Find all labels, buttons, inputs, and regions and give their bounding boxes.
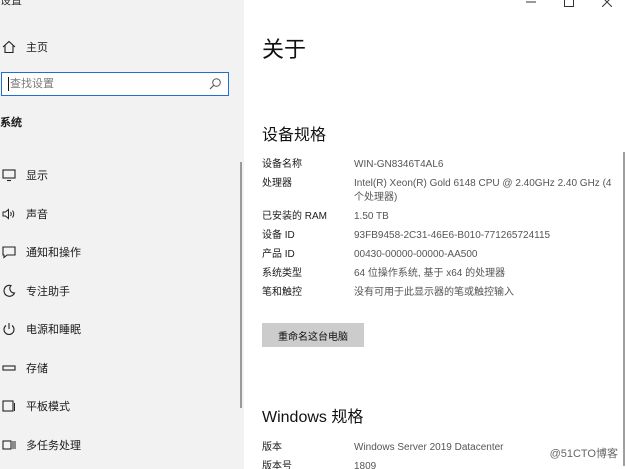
spec-value: 1.50 TB [354, 211, 389, 222]
message-icon [0, 243, 18, 261]
table-row: 处理器 Intel(R) Xeon(R) Gold 6148 CPU @ 2.4… [262, 175, 612, 208]
sidebar-item-power[interactable]: 电源和睡眠 [0, 310, 240, 349]
search-box[interactable] [1, 72, 229, 96]
minimize-button[interactable] [512, 0, 550, 10]
page-title: 关于 [262, 37, 307, 62]
sidebar-item-label: 声音 [26, 208, 48, 221]
maximize-button[interactable] [550, 0, 588, 10]
monitor-icon [0, 166, 18, 184]
table-row: 笔和触控 没有可用于此显示器的笔或触控输入 [262, 284, 612, 303]
sidebar-item-storage[interactable]: 存储 [0, 349, 240, 388]
spec-value: 没有可用于此显示器的笔或触控输入 [354, 287, 514, 298]
sidebar-item-label: 电源和睡眠 [26, 324, 81, 337]
search-icon[interactable] [207, 76, 223, 92]
settings-window: 设置 主页 系统 显示 [0, 0, 626, 469]
app-title: 设置 [0, 0, 22, 7]
sidebar-home[interactable]: 主页 [0, 34, 240, 60]
spec-value: 00430-00000-00000-AA500 [354, 249, 478, 260]
watermark: @51CTO博客 [547, 445, 620, 461]
moon-icon [0, 282, 18, 300]
sidebar-item-notifications[interactable]: 通知和操作 [0, 233, 240, 272]
speaker-icon [0, 205, 18, 223]
windows-specs-heading: Windows 规格 [262, 409, 364, 426]
spec-key: 系统类型 [262, 268, 302, 279]
power-icon [0, 320, 18, 338]
sidebar-home-label: 主页 [26, 42, 48, 54]
sidebar-item-label: 多任务处理 [26, 439, 81, 452]
sidebar-nav-list: 显示 声音 通知和操作 专注助手 电源和睡眠 存储 平板模式 多任务处理 [0, 156, 240, 464]
table-row: 设备名称 WIN-GN8346T4AL6 [262, 156, 612, 175]
minimize-icon [526, 1, 536, 3]
sidebar-item-display[interactable]: 显示 [0, 156, 240, 195]
table-row: 已安装的 RAM 1.50 TB [262, 208, 612, 227]
section-title: 系统 [0, 117, 22, 129]
main-content: 关于 设备规格 设备名称 WIN-GN8346T4AL6 处理器 Intel(R… [244, 0, 626, 469]
sidebar-item-focus-assist[interactable]: 专注助手 [0, 272, 240, 311]
window-controls [512, 0, 626, 10]
spec-key: 处理器 [262, 178, 292, 189]
device-specs-heading: 设备规格 [262, 127, 327, 144]
spec-value: Intel(R) Xeon(R) Gold 6148 CPU @ 2.40GHz… [354, 178, 612, 203]
text-caret [8, 77, 9, 91]
table-row: 设备 ID 93FB9458-2C31-46E6-B010-7712657241… [262, 227, 612, 246]
maximize-icon [564, 0, 574, 7]
rename-pc-button[interactable]: 重命名这台电脑 [262, 323, 364, 347]
sidebar-scrollbar[interactable] [240, 162, 242, 408]
spec-key: 设备 ID [262, 230, 295, 241]
spec-value: 93FB9458-2C31-46E6-B010-771265724115 [354, 230, 551, 241]
spec-value: 64 位操作系统, 基于 x64 的处理器 [354, 268, 506, 279]
tablet-icon [0, 397, 18, 415]
multitask-icon [0, 436, 18, 454]
close-button[interactable] [588, 0, 626, 10]
sidebar-item-multitasking[interactable]: 多任务处理 [0, 426, 240, 465]
sidebar-item-label: 通知和操作 [26, 247, 81, 260]
sidebar-item-label: 显示 [26, 170, 48, 183]
search-input[interactable] [2, 73, 200, 95]
sidebar-item-label: 存储 [26, 362, 48, 375]
spec-key: 版本 [262, 442, 282, 453]
device-specs-table: 设备名称 WIN-GN8346T4AL6 处理器 Intel(R) Xeon(R… [262, 156, 612, 303]
spec-key: 已安装的 RAM [262, 211, 327, 222]
sidebar-item-sound[interactable]: 声音 [0, 195, 240, 234]
spec-value: WIN-GN8346T4AL6 [354, 159, 444, 170]
sidebar-item-label: 平板模式 [26, 401, 70, 414]
main-scrollbar[interactable] [623, 152, 625, 466]
sidebar-item-tablet-mode[interactable]: 平板模式 [0, 387, 240, 426]
spec-key: 笔和触控 [262, 287, 302, 298]
spec-key: 版本号 [262, 461, 292, 469]
home-icon [0, 38, 18, 56]
close-icon [602, 0, 612, 7]
spec-key: 设备名称 [262, 159, 302, 170]
table-row: 产品 ID 00430-00000-00000-AA500 [262, 246, 612, 265]
sidebar-item-label: 专注助手 [26, 285, 70, 298]
storage-icon [0, 359, 18, 377]
table-row: 系统类型 64 位操作系统, 基于 x64 的处理器 [262, 265, 612, 284]
sidebar: 设置 主页 系统 显示 [0, 0, 244, 469]
spec-key: 产品 ID [262, 249, 295, 260]
